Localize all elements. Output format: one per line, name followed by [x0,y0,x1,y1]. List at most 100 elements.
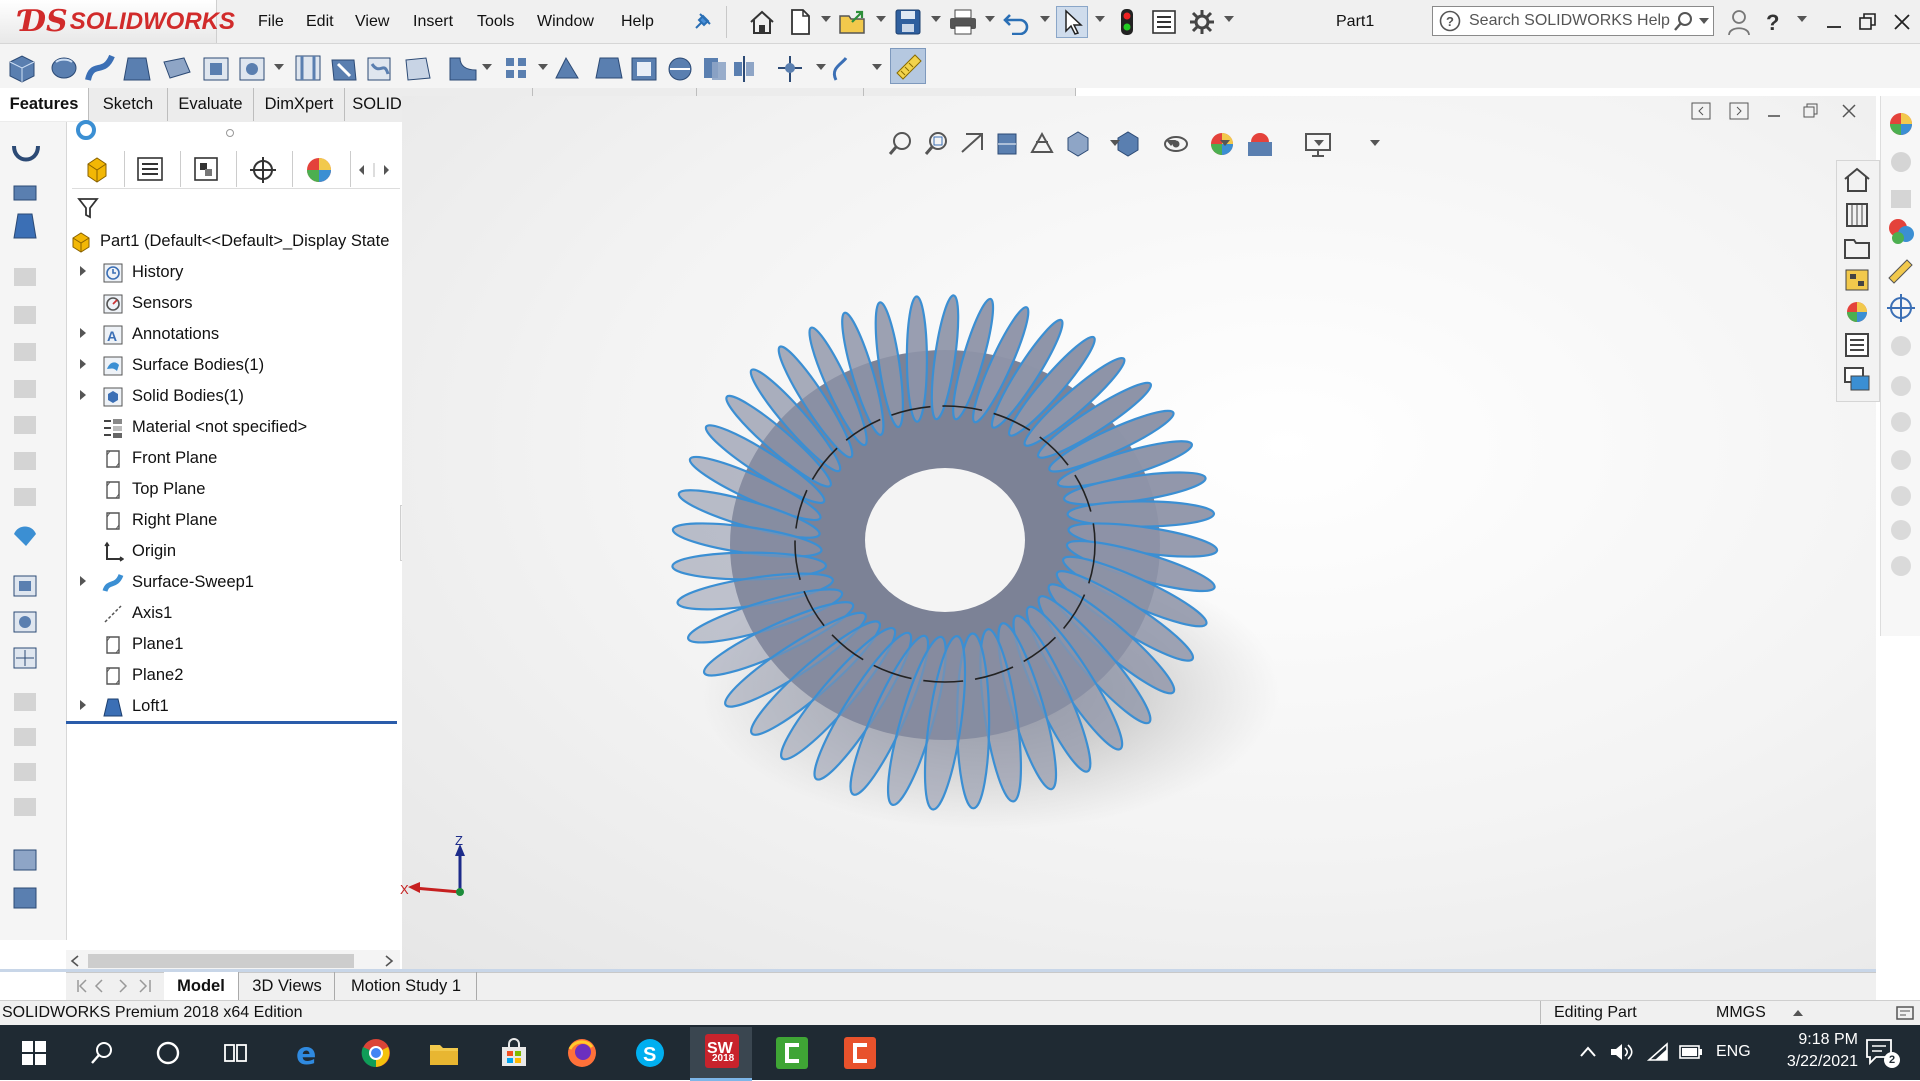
rollback-bar[interactable] [66,721,397,724]
forum-icon[interactable] [1844,367,1870,391]
tab-sketch[interactable]: Sketch [89,88,168,121]
expand-arrow-icon[interactable] [78,319,96,350]
open-folder-icon[interactable] [838,8,868,36]
display-manager-tab-icon[interactable] [304,155,334,185]
tab-dimxpert[interactable]: DimXpert [254,88,345,121]
wifi-icon[interactable] [1646,1040,1670,1064]
display-style-icon[interactable] [1117,131,1139,157]
configuration-manager-tab-icon[interactable] [192,155,220,183]
tree-item-history[interactable]: History [72,257,397,288]
curves-icon[interactable] [832,57,848,81]
select-tool-button[interactable] [1056,6,1088,38]
battery-icon[interactable] [1678,1042,1704,1062]
cortana-button[interactable] [146,1031,190,1075]
show-hidden-icons-chevron-up-icon[interactable] [1578,1044,1598,1060]
tab-scroll-arrows-icon[interactable] [354,160,394,180]
tab-model[interactable]: Model [164,972,239,1000]
user-account-icon[interactable] [1726,8,1752,36]
scrollbar-thumb[interactable] [88,954,354,968]
chevron-down-icon[interactable] [1797,16,1807,22]
search-icon[interactable] [1673,10,1695,32]
extrude-shortcut-icon[interactable] [13,575,37,597]
viewport-minimize-icon[interactable] [1764,100,1786,122]
boundary-cut-icon[interactable] [405,57,431,81]
chevron-down-icon[interactable] [1220,140,1230,146]
menu-view[interactable]: View [355,0,389,43]
expand-arrow-icon[interactable] [78,381,96,412]
fillet-icon[interactable] [449,57,477,81]
firefox-app[interactable] [560,1031,604,1075]
solidworks-logo[interactable]: ƊS SOLIDWORKS [0,0,235,43]
tab-3d-views[interactable]: 3D Views [240,972,335,1000]
save-icon[interactable] [894,8,922,36]
viewport-restore-icon[interactable] [1800,100,1822,122]
menu-edit[interactable]: Edit [306,0,334,43]
previous-view-icon[interactable] [961,133,983,153]
chevron-down-icon[interactable] [1370,140,1380,146]
language-indicator[interactable]: ENG [1716,1038,1751,1066]
mold-shortcut-icon[interactable] [13,887,37,909]
edit-sketch-tool-icon[interactable] [1888,259,1913,284]
hole-wizard-icon[interactable] [239,57,265,81]
instant3d-button[interactable] [890,48,926,84]
taskbar-clock[interactable]: 9:18 PM 3/22/2021 [1764,1029,1858,1073]
chevron-down-icon[interactable] [1040,16,1050,22]
tree-item-origin[interactable]: Origin [72,536,397,567]
sweep-shortcut-icon[interactable] [13,185,37,201]
options-gear-icon[interactable] [1188,8,1216,36]
menu-file[interactable]: File [258,0,284,43]
solidworks-resources-icon[interactable] [1844,167,1870,192]
expand-arrow-icon[interactable] [78,350,96,381]
property-manager-tab-icon[interactable] [136,156,164,182]
expand-arrow-icon[interactable] [78,691,96,722]
status-units[interactable]: MMGS [1716,1000,1766,1025]
close-icon[interactable] [1890,10,1914,34]
dynamic-annotation-icon[interactable] [1030,131,1054,153]
pin-icon[interactable] [690,10,714,34]
pattern-shortcut-icon[interactable] [13,647,37,669]
file-properties-icon[interactable] [1150,9,1178,35]
menu-insert[interactable]: Insert [413,0,453,43]
chevron-down-icon[interactable] [538,64,548,70]
lofted-boss-icon[interactable] [123,57,151,81]
rib-icon[interactable] [555,56,579,79]
undo-icon[interactable] [1002,9,1032,35]
loft-shortcut-icon[interactable] [13,213,37,239]
custom-properties-icon[interactable] [1845,333,1869,357]
appearance-tool-icon[interactable] [1890,113,1912,135]
help-icon[interactable]: ? [1763,9,1785,35]
revolved-boss-icon[interactable] [51,57,77,79]
recorder-app[interactable] [838,1031,882,1075]
tree-item-surface-sweep1[interactable]: Surface-Sweep1 [72,567,397,598]
menu-tools[interactable]: Tools [477,0,514,43]
chevron-down-icon[interactable] [1095,16,1105,22]
shell-icon[interactable] [631,57,657,81]
scroll-left-icon[interactable] [68,954,82,968]
tab-evaluate[interactable]: Evaluate [168,88,254,121]
skype-app[interactable]: S [628,1031,672,1075]
tree-item-right-plane[interactable]: Right Plane [72,505,397,536]
wrap-icon[interactable] [668,57,692,81]
rebuild-traffic-light-icon[interactable] [1118,8,1136,36]
apply-scene-icon[interactable] [1248,133,1272,156]
design-library-icon[interactable] [1846,203,1868,227]
expand-arrow-icon[interactable] [78,567,96,598]
tree-item-front-plane[interactable]: Front Plane [72,443,397,474]
action-center-button[interactable]: 2 [1864,1036,1900,1070]
chevron-up-icon[interactable] [1792,1008,1804,1018]
toroidal-loft-model[interactable] [600,220,1300,860]
zoom-to-area-icon[interactable] [924,132,947,155]
menu-help[interactable]: Help [621,0,654,43]
lofted-cut-icon[interactable] [367,57,391,81]
print-icon[interactable] [948,8,978,36]
revolved-cut-icon[interactable] [295,55,321,81]
tree-item-surface-bodies[interactable]: Surface Bodies(1) [72,350,397,381]
chevron-down-icon[interactable] [274,64,284,70]
tree-item-sensors[interactable]: Sensors [72,288,397,319]
chevron-down-icon[interactable] [482,64,492,70]
mirror-icon[interactable] [734,56,754,82]
tab-navigation-arrows-icon[interactable] [70,976,160,996]
reference-geometry-icon[interactable] [778,56,802,82]
surface-shortcut-icon[interactable] [13,849,37,871]
start-button[interactable] [12,1031,56,1075]
